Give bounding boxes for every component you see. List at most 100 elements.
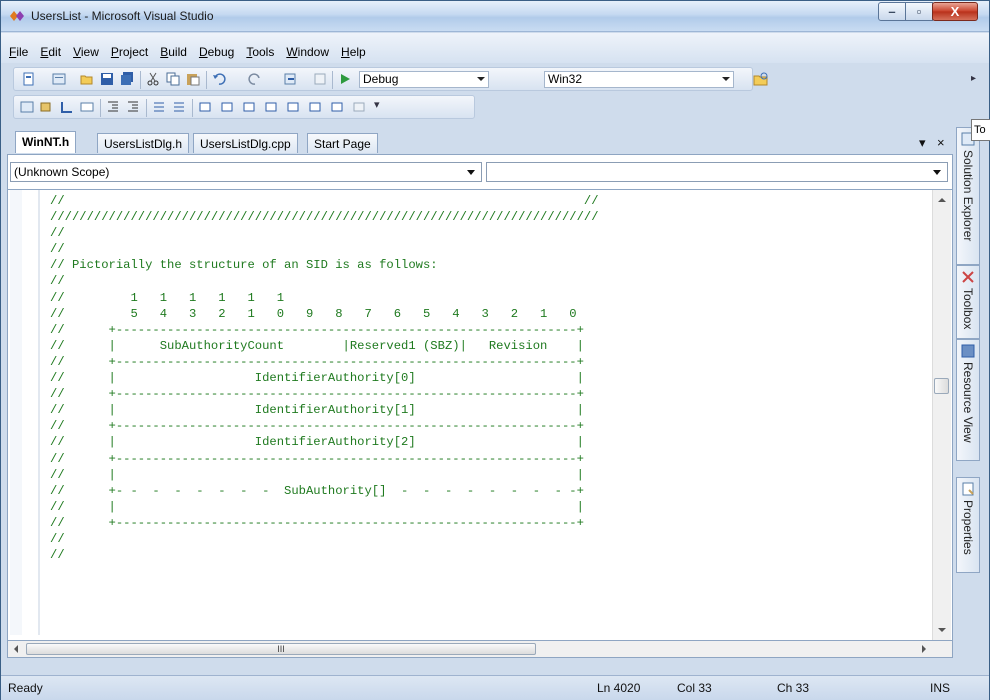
tab-userslistdlg-h[interactable]: UsersListDlg.h: [97, 133, 190, 153]
toolbox-tooltip: To: [971, 119, 990, 141]
tab-winnt-h[interactable]: WinNT.h: [15, 131, 77, 153]
comment-out-lines-icon[interactable]: [152, 100, 166, 114]
active-files-dropdown-icon[interactable]: ▾: [919, 135, 926, 151]
redo-icon[interactable]: [248, 72, 262, 86]
toolbar-options-icon[interactable]: ▾: [374, 98, 380, 111]
menu-project[interactable]: Project: [109, 44, 150, 60]
menu-debug[interactable]: Debug: [197, 44, 236, 60]
next-bookmark-in-folder-icon[interactable]: [286, 100, 300, 114]
solution-configuration-value: Debug: [363, 72, 399, 86]
toolbar-overflow-icon[interactable]: ▸: [971, 73, 976, 84]
menu-edit[interactable]: Edit: [38, 44, 63, 60]
save-icon[interactable]: [100, 72, 114, 86]
chevron-down-icon: [467, 170, 475, 175]
find-in-files-icon[interactable]: [753, 71, 769, 87]
minimize-button[interactable]: –: [878, 2, 906, 21]
maximize-button[interactable]: ▫: [905, 2, 933, 21]
code-line: // | IdentifierAuthority[0] |: [50, 371, 584, 386]
copy-icon[interactable]: [166, 72, 180, 86]
close-document-icon[interactable]: ×: [937, 135, 945, 150]
scroll-right-icon[interactable]: [922, 645, 926, 653]
code-line: // +------------------------------------…: [50, 451, 584, 466]
increase-indent-icon[interactable]: [126, 100, 140, 114]
scope-combo[interactable]: (Unknown Scope): [10, 162, 482, 182]
toolbar-separator: [140, 71, 141, 89]
code-editor[interactable]: // // //////////////////////////////////…: [7, 190, 953, 640]
vertical-scrollbar[interactable]: [932, 190, 951, 640]
display-object-member-list-icon[interactable]: [20, 100, 34, 114]
scroll-up-icon[interactable]: [938, 198, 946, 202]
code-line: // +------------------------------------…: [50, 322, 584, 337]
add-item-icon[interactable]: [52, 72, 66, 86]
scroll-down-icon[interactable]: [938, 628, 946, 632]
previous-bookmark-in-document-icon[interactable]: [308, 100, 322, 114]
tab-userslistdlg-cpp[interactable]: UsersListDlg.cpp: [193, 133, 298, 153]
menu-help[interactable]: Help: [339, 44, 368, 60]
previous-bookmark-icon[interactable]: [220, 100, 234, 114]
code-line: // | SubAuthorityCount |Reserved1 (SBZ)|…: [50, 338, 584, 353]
solution-configuration-combo[interactable]: Debug: [359, 71, 489, 88]
code-line: // | IdentifierAuthority[2] |: [50, 435, 584, 450]
scroll-thumb-grip: III: [277, 644, 285, 654]
start-debugging-icon[interactable]: [338, 72, 352, 86]
previous-bookmark-in-folder-icon[interactable]: [264, 100, 278, 114]
menu-view[interactable]: View: [71, 44, 101, 60]
toolbar-separator: [206, 71, 207, 89]
scroll-left-icon[interactable]: [14, 645, 18, 653]
toolbar-separator: [100, 99, 101, 117]
save-all-icon[interactable]: [120, 72, 134, 86]
menu-build[interactable]: Build: [158, 44, 189, 60]
close-button[interactable]: X: [932, 2, 978, 21]
menu-window[interactable]: Window: [284, 44, 331, 60]
code-line: // +- - - - - - - - SubAuthority[] - - -…: [50, 483, 584, 498]
code-line: //: [50, 242, 65, 257]
next-bookmark-in-document-icon[interactable]: [330, 100, 344, 114]
open-folder-icon[interactable]: [80, 72, 94, 86]
code-line: // | |: [50, 467, 584, 482]
vs-window: UsersList - Microsoft Visual Studio – ▫ …: [0, 0, 990, 700]
code-text[interactable]: // // //////////////////////////////////…: [50, 193, 599, 563]
decrease-indent-icon[interactable]: [106, 100, 120, 114]
properties-tab[interactable]: Properties: [956, 477, 980, 573]
tab-start-page[interactable]: Start Page: [307, 133, 378, 153]
menu-tools[interactable]: Tools: [244, 44, 276, 60]
navigate-backward-icon[interactable]: [284, 72, 298, 86]
new-project-icon[interactable]: [22, 72, 36, 86]
chevron-down-icon: [933, 170, 941, 175]
horizontal-scrollbar[interactable]: III: [7, 640, 953, 658]
solution-explorer-tab[interactable]: Solution Explorer: [956, 127, 980, 265]
horizontal-scroll-thumb[interactable]: III: [26, 643, 536, 655]
code-line: // +------------------------------------…: [50, 419, 584, 434]
display-parameter-info-icon[interactable]: [40, 100, 54, 114]
clear-bookmarks-icon[interactable]: [352, 100, 366, 114]
menu-file[interactable]: File: [7, 44, 30, 60]
resource-view-tab[interactable]: Resource View: [956, 339, 980, 461]
editor-gutter: [10, 190, 22, 635]
uncomment-lines-icon[interactable]: [172, 100, 186, 114]
undo-icon[interactable]: [212, 72, 226, 86]
chevron-down-icon: [722, 77, 730, 81]
solution-platform-combo[interactable]: Win32: [544, 71, 734, 88]
toolbox-tooltip-text: To: [974, 124, 986, 136]
paste-icon[interactable]: [186, 72, 200, 86]
code-line: // +------------------------------------…: [50, 387, 584, 402]
vertical-scroll-thumb[interactable]: [934, 378, 949, 394]
display-word-completion-icon[interactable]: [80, 100, 94, 114]
scope-value: (Unknown Scope): [14, 165, 110, 179]
toggle-bookmark-icon[interactable]: [198, 100, 212, 114]
window-title: UsersList - Microsoft Visual Studio: [31, 9, 214, 23]
status-line: Ln 4020: [597, 681, 641, 695]
code-line: //: [50, 226, 65, 241]
toolbox-tab[interactable]: Toolbox: [956, 265, 980, 339]
next-bookmark-icon[interactable]: [242, 100, 256, 114]
status-column: Col 33: [677, 681, 712, 695]
code-line: //: [50, 548, 65, 563]
code-line: // 5 4 3 2 1 0 9 8 7 6 5 4 3 2 1 0: [50, 306, 577, 321]
code-line: // 1 1 1 1 1 1: [50, 290, 285, 305]
cut-icon[interactable]: [146, 72, 160, 86]
navigate-forward-icon[interactable]: [314, 72, 328, 86]
code-line: // +------------------------------------…: [50, 354, 584, 369]
member-combo[interactable]: [486, 162, 948, 182]
title-bar[interactable]: UsersList - Microsoft Visual Studio – ▫ …: [1, 1, 989, 32]
display-quick-info-icon[interactable]: [60, 100, 74, 114]
